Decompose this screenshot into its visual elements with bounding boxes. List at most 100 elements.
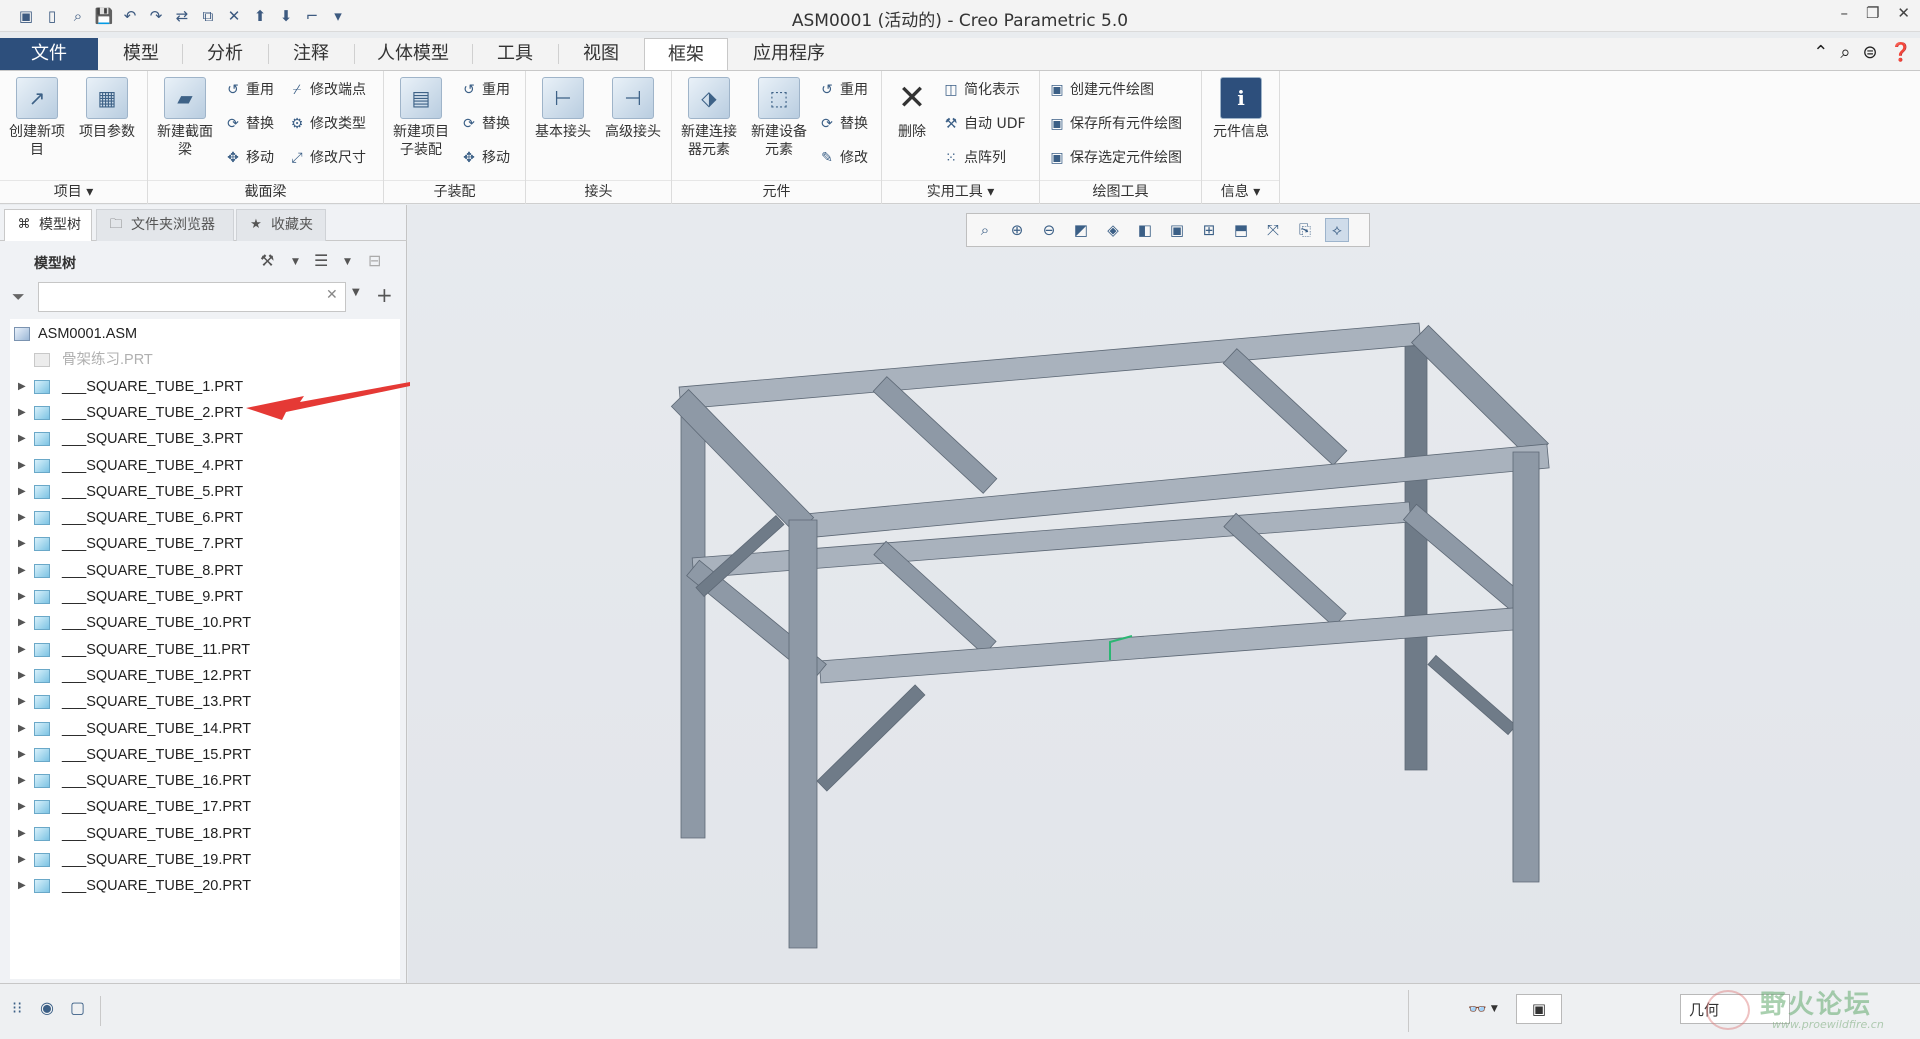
add-icon[interactable]: + xyxy=(376,283,393,307)
tree-item[interactable]: ▶ ___SQUARE_TUBE_5.PRT xyxy=(10,479,390,505)
replace-button[interactable]: ⟳ 替换 xyxy=(224,111,274,137)
expand-arrow-icon[interactable]: ▶ xyxy=(18,821,26,847)
tree-item[interactable]: 骨架练习.PRT xyxy=(10,347,390,373)
modify-endpoint-button[interactable]: ⌿ 修改端点 xyxy=(288,77,366,103)
replace-button[interactable]: ⟳ 替换 xyxy=(818,111,868,137)
new-equipment-element-button[interactable]: ⬚ 新建设备 元素 xyxy=(746,77,812,159)
save-all-component-drawings-button[interactable]: ▣ 保存所有元件绘图 xyxy=(1048,111,1182,137)
square-tube-leg[interactable] xyxy=(1512,451,1540,883)
selection-buffer-button[interactable]: ▣ xyxy=(1516,994,1562,1024)
collapse-ribbon-icon[interactable]: ⌃ xyxy=(1813,42,1828,63)
community-icon[interactable]: ⊜ xyxy=(1862,42,1877,63)
square-tube-beam[interactable] xyxy=(1222,348,1348,466)
minimize-button[interactable]: – xyxy=(1840,4,1848,22)
expand-arrow-icon[interactable]: ▶ xyxy=(18,453,26,479)
expand-arrow-icon[interactable]: ▶ xyxy=(18,689,26,715)
new-connector-element-button[interactable]: ⬗ 新建连接 器元素 xyxy=(676,77,742,159)
move-button[interactable]: ✥ 移动 xyxy=(224,145,274,171)
tree-item[interactable]: ▶ ___SQUARE_TUBE_9.PRT xyxy=(10,584,390,610)
expand-arrow-icon[interactable]: ▶ xyxy=(18,637,26,663)
tree-item[interactable]: ▶ ___SQUARE_TUBE_7.PRT xyxy=(10,531,390,557)
tree-item[interactable]: ▶ ___SQUARE_TUBE_19.PRT xyxy=(10,847,390,873)
tab-file[interactable]: 文件 xyxy=(0,38,98,70)
square-tube-brace[interactable] xyxy=(1427,654,1517,736)
tab-annotate[interactable]: 注释 xyxy=(269,38,353,70)
tab-framework[interactable]: 框架 xyxy=(644,38,728,71)
expand-arrow-icon[interactable]: ▶ xyxy=(18,768,26,794)
tree-item[interactable]: ▶ ___SQUARE_TUBE_15.PRT xyxy=(10,742,390,768)
project-parameters-button[interactable]: ▦ 项目参数 xyxy=(74,77,140,141)
reuse-button[interactable]: ↺ 重用 xyxy=(460,77,510,103)
tree-item[interactable]: ▶ ___SQUARE_TUBE_13.PRT xyxy=(10,689,390,715)
component-info-button[interactable]: i 元件信息 xyxy=(1204,77,1278,141)
tree-item[interactable]: ▶ ___SQUARE_TUBE_20.PRT xyxy=(10,873,390,899)
simplified-rep-button[interactable]: ◫ 简化表示 xyxy=(942,77,1020,103)
tree-item[interactable]: ▶ ___SQUARE_TUBE_12.PRT xyxy=(10,663,390,689)
create-new-project-button[interactable]: ↗ 创建新项 目 xyxy=(4,77,70,159)
advanced-joint-button[interactable]: ⊣ 高级接头 xyxy=(600,77,666,141)
tree-item[interactable]: ASM0001.ASM xyxy=(10,321,390,347)
restore-button[interactable]: ❐ xyxy=(1866,4,1879,22)
expand-arrow-icon[interactable]: ▶ xyxy=(18,794,26,820)
square-tube-beam[interactable] xyxy=(1411,324,1549,462)
reuse-button[interactable]: ↺ 重用 xyxy=(818,77,868,103)
clear-icon[interactable]: ✕ xyxy=(326,287,338,303)
tree-item[interactable]: ▶ ___SQUARE_TUBE_10.PRT xyxy=(10,610,390,636)
tab-view[interactable]: 视图 xyxy=(559,38,643,70)
expand-arrow-icon[interactable]: ▶ xyxy=(18,716,26,742)
modify-size-button[interactable]: ⤢ 修改尺寸 xyxy=(288,145,366,171)
browser-icon[interactable]: ◉ xyxy=(40,998,54,1017)
square-tube-leg[interactable] xyxy=(1404,345,1428,771)
move-button[interactable]: ✥ 移动 xyxy=(460,145,510,171)
expand-arrow-icon[interactable]: ▶ xyxy=(18,847,26,873)
tab-applications[interactable]: 应用程序 xyxy=(729,38,849,70)
tab-favorites[interactable]: ★ 收藏夹 xyxy=(236,209,326,241)
expand-arrow-icon[interactable]: ▶ xyxy=(18,374,26,400)
close-button[interactable]: ✕ xyxy=(1897,4,1910,22)
tree-item[interactable]: ▶ ___SQUARE_TUBE_11.PRT xyxy=(10,637,390,663)
help-icon[interactable]: ❓ xyxy=(1890,42,1912,63)
tab-folder-browser[interactable]: 🗀 文件夹浏览器 xyxy=(96,209,234,241)
expand-arrow-icon[interactable]: ▶ xyxy=(18,584,26,610)
expand-arrow-icon[interactable]: ▶ xyxy=(18,531,26,557)
create-component-drawing-button[interactable]: ▣ 创建元件绘图 xyxy=(1048,77,1154,103)
expand-arrow-icon[interactable]: ▶ xyxy=(18,479,26,505)
chevron-down-icon[interactable]: ▼ xyxy=(352,287,360,298)
tab-model[interactable]: 模型 xyxy=(100,38,182,70)
replace-button[interactable]: ⟳ 替换 xyxy=(460,111,510,137)
square-tube-leg[interactable] xyxy=(680,409,706,839)
expand-arrow-icon[interactable]: ▶ xyxy=(18,742,26,768)
settings-icon[interactable]: ⚒ xyxy=(260,251,274,270)
fullscreen-icon[interactable]: ▢ xyxy=(70,998,85,1017)
tree-toggle-icon[interactable]: ⁝⁝ xyxy=(12,998,22,1017)
tab-analysis[interactable]: 分析 xyxy=(183,38,267,70)
tree-item[interactable]: ▶ ___SQUARE_TUBE_6.PRT xyxy=(10,505,390,531)
reuse-button[interactable]: ↺ 重用 xyxy=(224,77,274,103)
modify-button[interactable]: ✎ 修改 xyxy=(818,145,868,171)
tree-item[interactable]: ▶ ___SQUARE_TUBE_3.PRT xyxy=(10,426,390,452)
basic-joint-button[interactable]: ⊢ 基本接头 xyxy=(530,77,596,141)
expand-arrow-icon[interactable]: ▶ xyxy=(18,558,26,584)
tree-item[interactable]: ▶ ___SQUARE_TUBE_4.PRT xyxy=(10,453,390,479)
tab-tools[interactable]: 工具 xyxy=(473,38,557,70)
group-label-utilities[interactable]: 实用工具 ▾ xyxy=(882,180,1039,202)
new-section-beam-button[interactable]: ▰ 新建截面 梁 xyxy=(152,77,218,159)
chevron-down-icon[interactable]: ▼ xyxy=(344,257,351,267)
expand-arrow-icon[interactable]: ▶ xyxy=(18,426,26,452)
save-selected-component-drawings-button[interactable]: ▣ 保存选定元件绘图 xyxy=(1048,145,1182,171)
group-label-info[interactable]: 信息 ▾ xyxy=(1202,180,1279,202)
search-icon[interactable]: ⌕ xyxy=(1840,42,1850,63)
tree-item[interactable]: ▶ ___SQUARE_TUBE_14.PRT xyxy=(10,716,390,742)
tree-filter-icon[interactable]: ⊟ xyxy=(368,251,381,270)
tree-item[interactable]: ▶ ___SQUARE_TUBE_1.PRT xyxy=(10,374,390,400)
chevron-down-icon[interactable]: ▼ xyxy=(292,257,299,267)
show-icon[interactable]: ☰ xyxy=(314,251,328,270)
tree-item[interactable]: ▶ ___SQUARE_TUBE_2.PRT xyxy=(10,400,390,426)
graphics-window[interactable]: ⌕ ⊕ ⊖ ◩ ◈ ◧ ▣ ⊞ ⬒ ⤧ ⎘ ⟡ xyxy=(408,205,1920,983)
square-tube-leg[interactable] xyxy=(788,519,818,949)
square-tube-beam[interactable] xyxy=(872,376,998,494)
find-button[interactable]: 👓 ▼ xyxy=(1458,994,1508,1024)
new-project-subassembly-button[interactable]: ▤ 新建项目 子装配 xyxy=(388,77,454,159)
auto-udf-button[interactable]: ⚒ 自动 UDF xyxy=(942,111,1026,137)
expand-arrow-icon[interactable]: ▶ xyxy=(18,873,26,899)
